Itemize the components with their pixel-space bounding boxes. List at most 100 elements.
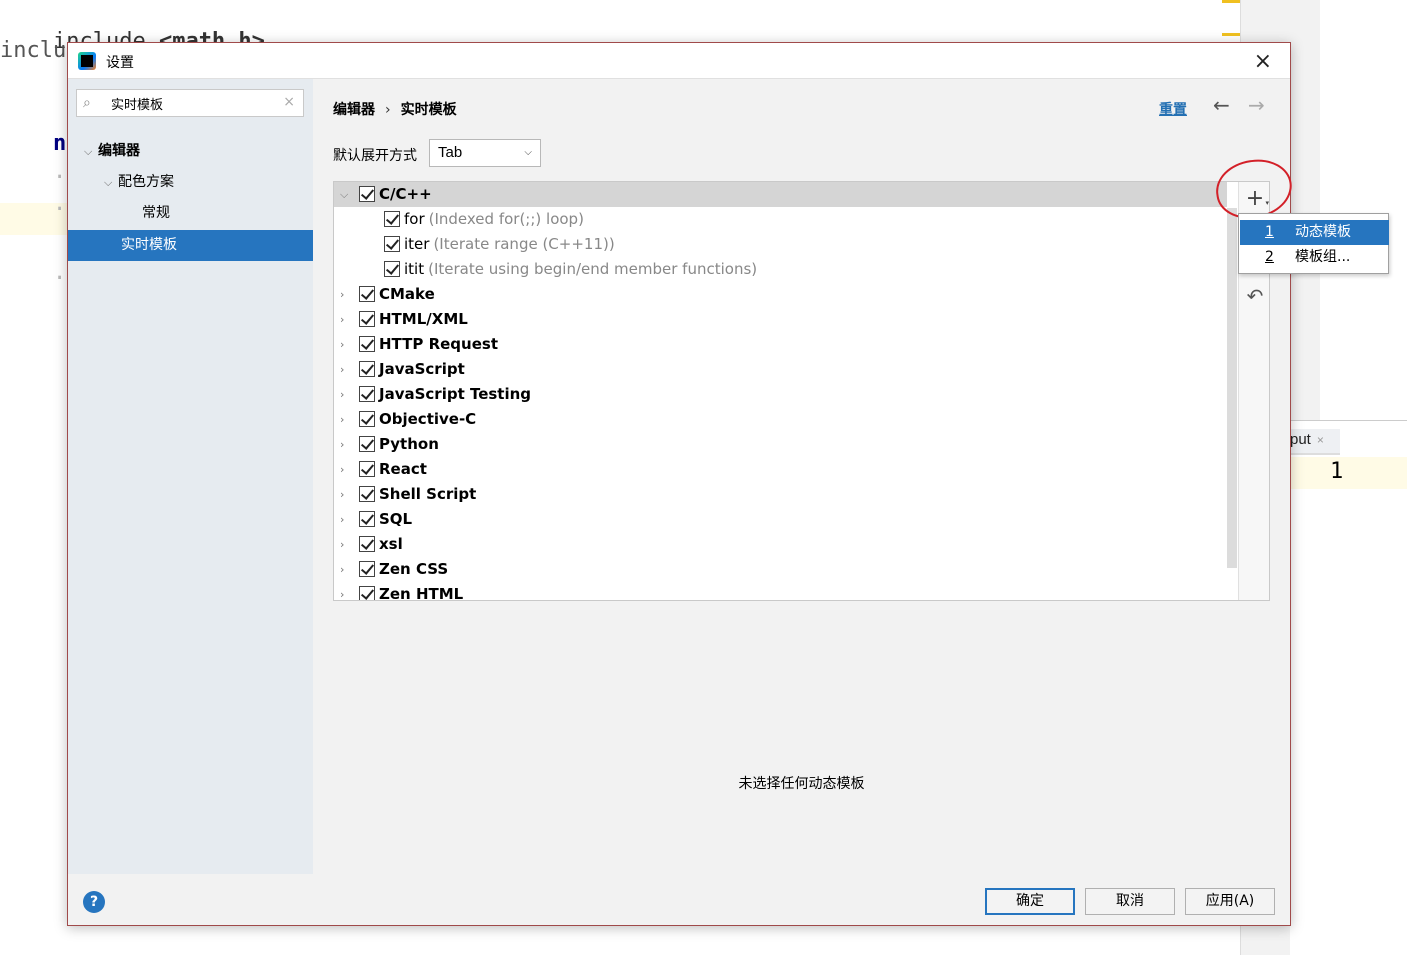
apply-button[interactable]: 应用(A) bbox=[1185, 888, 1275, 915]
group-label: React bbox=[379, 460, 427, 478]
chevron-right-icon[interactable]: › bbox=[340, 357, 352, 382]
search-icon[interactable]: ⌕ bbox=[83, 95, 91, 111]
group-checkbox[interactable] bbox=[359, 561, 375, 577]
breadcrumb-editor[interactable]: 编辑器 bbox=[333, 102, 375, 118]
template-group[interactable]: › HTTP Request bbox=[334, 332, 1227, 357]
help-icon[interactable]: ? bbox=[83, 891, 105, 913]
template-abbreviation: for bbox=[404, 210, 425, 228]
group-checkbox[interactable] bbox=[359, 536, 375, 552]
sidebar-item-live-templates[interactable]: 实时模板 bbox=[68, 230, 313, 261]
group-checkbox[interactable] bbox=[359, 486, 375, 502]
sidebar-item-label: 编辑器 bbox=[98, 143, 140, 159]
template-item-iter[interactable]: iter (Iterate range (C++11)) bbox=[334, 232, 1227, 257]
cancel-button[interactable]: 取消 bbox=[1085, 888, 1175, 915]
group-checkbox[interactable] bbox=[359, 186, 375, 202]
output-tab-label: put bbox=[1290, 431, 1311, 448]
clear-search-icon[interactable]: × bbox=[283, 94, 295, 110]
template-group[interactable]: › Zen CSS bbox=[334, 557, 1227, 582]
back-arrow-icon[interactable]: ← bbox=[1213, 93, 1230, 117]
group-checkbox[interactable] bbox=[359, 336, 375, 352]
chevron-down-icon[interactable]: ⌵ bbox=[340, 182, 352, 207]
template-group-cpp[interactable]: ⌵ C/C++ bbox=[334, 182, 1227, 207]
chevron-right-icon[interactable]: › bbox=[340, 557, 352, 582]
template-checkbox[interactable] bbox=[384, 236, 400, 252]
output-tab[interactable]: put × bbox=[1290, 429, 1340, 455]
group-checkbox[interactable] bbox=[359, 411, 375, 427]
template-group[interactable]: › JavaScript bbox=[334, 357, 1227, 382]
sidebar-item-label: 配色方案 bbox=[118, 174, 174, 190]
group-checkbox[interactable] bbox=[359, 386, 375, 402]
chevron-right-icon[interactable]: › bbox=[340, 507, 352, 532]
breadcrumb: 编辑器 › 实时模板 bbox=[333, 99, 457, 119]
menu-item-live-template[interactable]: 1 动态模板 bbox=[1240, 220, 1389, 245]
template-group[interactable]: › Zen HTML bbox=[334, 582, 1227, 600]
template-abbreviation: iter bbox=[404, 235, 430, 253]
chevron-right-icon[interactable]: › bbox=[340, 382, 352, 407]
menu-item-mnemonic: 2 bbox=[1265, 249, 1274, 265]
template-item-for[interactable]: for (Indexed for(;;) loop) bbox=[334, 207, 1227, 232]
template-group[interactable]: › Objective-C bbox=[334, 407, 1227, 432]
chevron-right-icon[interactable]: › bbox=[340, 457, 352, 482]
group-checkbox[interactable] bbox=[359, 361, 375, 377]
group-checkbox[interactable] bbox=[359, 436, 375, 452]
menu-item-template-group[interactable]: 2 模板组... bbox=[1240, 245, 1389, 270]
sidebar-item-color-scheme[interactable]: ⌵ 配色方案 bbox=[68, 167, 313, 198]
chevron-right-icon[interactable]: › bbox=[340, 532, 352, 557]
settings-content: 编辑器 › 实时模板 重置 ← → 默认展开方式 Tab ⌵ ⌵ C/C++ for… bbox=[313, 79, 1290, 874]
group-label: Objective-C bbox=[379, 410, 477, 428]
close-icon[interactable]: × bbox=[1317, 433, 1324, 447]
breadcrumb-live-templates: 实时模板 bbox=[400, 102, 457, 118]
template-group[interactable]: › CMake bbox=[334, 282, 1227, 307]
group-label: SQL bbox=[379, 510, 413, 528]
code-line-2[interactable]: inclu bbox=[0, 38, 66, 63]
chevron-down-icon: ⌵ bbox=[524, 147, 532, 158]
output-row: 1 bbox=[1290, 457, 1407, 489]
chevron-right-icon[interactable]: › bbox=[340, 307, 352, 332]
search-input[interactable] bbox=[111, 93, 271, 113]
chevron-right-icon[interactable]: › bbox=[340, 282, 352, 307]
breadcrumb-separator: › bbox=[385, 102, 391, 118]
sidebar-item-label: 实时模板 bbox=[121, 237, 177, 253]
group-checkbox[interactable] bbox=[359, 511, 375, 527]
template-group[interactable]: › SQL bbox=[334, 507, 1227, 532]
sidebar-item-general[interactable]: 常规 bbox=[68, 198, 313, 229]
group-checkbox[interactable] bbox=[359, 311, 375, 327]
restore-defaults-button[interactable]: ↶ bbox=[1243, 284, 1267, 308]
template-group[interactable]: › JavaScript Testing bbox=[334, 382, 1227, 407]
template-group[interactable]: › HTML/XML bbox=[334, 307, 1227, 332]
chevron-down-icon[interactable]: ⌵ bbox=[84, 136, 98, 167]
chevron-right-icon[interactable]: › bbox=[340, 482, 352, 507]
group-checkbox[interactable] bbox=[359, 286, 375, 302]
output-value: 1 bbox=[1330, 459, 1344, 484]
chevron-right-icon[interactable]: › bbox=[340, 407, 352, 432]
chevron-right-icon[interactable]: › bbox=[340, 332, 352, 357]
template-group[interactable]: › xsl bbox=[334, 532, 1227, 557]
template-description: (Indexed for(;;) loop) bbox=[428, 210, 584, 228]
scrollbar-thumb[interactable] bbox=[1227, 208, 1237, 568]
sidebar-item-editor[interactable]: ⌵ 编辑器 bbox=[68, 136, 313, 167]
add-template-popup-menu: 1 动态模板 2 模板组... bbox=[1238, 213, 1389, 274]
group-label: JavaScript bbox=[379, 360, 465, 378]
vertical-scrollbar[interactable] bbox=[1227, 182, 1237, 600]
ok-button[interactable]: 确定 bbox=[985, 888, 1075, 915]
menu-item-mnemonic: 1 bbox=[1265, 224, 1274, 240]
chevron-right-icon[interactable]: › bbox=[340, 432, 352, 457]
dialog-titlebar[interactable]: 设置 × bbox=[68, 43, 1290, 79]
chevron-down-icon[interactable]: ⌵ bbox=[104, 167, 118, 198]
error-stripe-mark[interactable] bbox=[1222, 33, 1240, 36]
close-button[interactable]: × bbox=[1254, 49, 1272, 74]
settings-search[interactable]: ⌕ × bbox=[76, 89, 304, 117]
reset-link[interactable]: 重置 bbox=[1159, 99, 1187, 119]
chevron-right-icon[interactable]: › bbox=[340, 582, 352, 600]
template-group[interactable]: › Python bbox=[334, 432, 1227, 457]
template-checkbox[interactable] bbox=[384, 261, 400, 277]
template-item-itit[interactable]: itit (Iterate using begin/end member func… bbox=[334, 257, 1227, 282]
expand-with-select[interactable]: Tab ⌵ bbox=[429, 139, 541, 167]
error-stripe-mark[interactable] bbox=[1222, 0, 1240, 3]
forward-arrow-icon[interactable]: → bbox=[1248, 93, 1265, 117]
template-checkbox[interactable] bbox=[384, 211, 400, 227]
group-checkbox[interactable] bbox=[359, 461, 375, 477]
group-checkbox[interactable] bbox=[359, 586, 375, 600]
template-group[interactable]: › Shell Script bbox=[334, 482, 1227, 507]
template-group[interactable]: › React bbox=[334, 457, 1227, 482]
